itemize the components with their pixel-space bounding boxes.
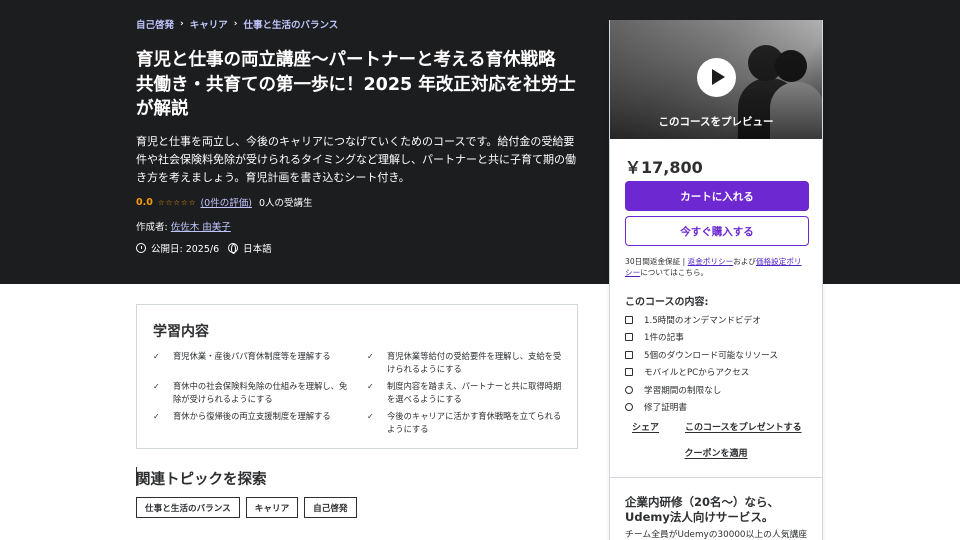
add-to-cart-button[interactable]: カートに入れる bbox=[625, 181, 809, 211]
related-topics-title: 関連トピックを探索 bbox=[136, 472, 267, 488]
learn-item: ✓ 今後のキャリアに活かす育休戦略を立てられるようにする bbox=[367, 410, 562, 436]
check-icon: ✓ bbox=[367, 412, 374, 421]
include-item: モバイルとPCからアクセス bbox=[625, 364, 815, 382]
rating-value: 0.0 bbox=[136, 196, 153, 208]
video-icon bbox=[625, 315, 633, 324]
learn-item-text: 制度内容を踏まえ、パートナーと共に取得時期を選べるようにする bbox=[387, 381, 562, 404]
trophy-icon bbox=[625, 403, 633, 412]
meta-row: 公開日: 2025/6 日本語 bbox=[136, 241, 272, 255]
chevron-right-icon: › bbox=[180, 19, 184, 29]
share-row: シェア このコースをプレゼントする bbox=[632, 420, 802, 433]
check-icon: ✓ bbox=[367, 382, 374, 391]
what-you-will-learn: 学習内容 ✓ 育児休業・産後パパ育休制度等を理解する ✓ 育児休業等給付の受給要… bbox=[136, 304, 578, 449]
check-icon: ✓ bbox=[153, 382, 160, 391]
learn-title: 学習内容 bbox=[153, 324, 209, 340]
divider bbox=[610, 477, 822, 478]
refund-policy-link[interactable]: 返金ポリシー bbox=[688, 257, 734, 266]
star-rating-icon: ☆☆☆☆☆ bbox=[157, 197, 197, 207]
include-item: 学習期間の制限なし bbox=[625, 381, 815, 399]
includes-list: 1.5時間のオンデマンドビデオ 1件の記事 5個のダウンロード可能なリソース モ… bbox=[625, 311, 815, 416]
mobile-icon bbox=[625, 368, 633, 377]
course-title: 育児と仕事の両立講座〜パートナーと考える育休戦略 共働き・共育ての第一歩に！20… bbox=[136, 50, 576, 119]
learn-item-text: 育児休業・産後パパ育休制度等を理解する bbox=[173, 351, 331, 361]
published-date: 公開日: 2025/6 bbox=[151, 244, 220, 255]
learn-item-text: 育休中の社会保険料免除の仕組みを理解し、免除が受けられるようにする bbox=[173, 381, 348, 404]
course-language: 日本語 bbox=[243, 244, 272, 255]
purchase-sidebar: このコースをプレビュー ￥17,800 カートに入れる 今すぐ購入する 30日間… bbox=[609, 20, 823, 540]
money-back-guarantee: 30日間返金保証 | 返金ポリシーおよび価格設定ポリシーについてはこちら。 bbox=[625, 257, 802, 277]
check-icon: ✓ bbox=[153, 412, 160, 421]
topic-chip-personal-development[interactable]: 自己啓発 bbox=[304, 497, 357, 518]
breadcrumb-item-personal-development[interactable]: 自己啓発 bbox=[136, 17, 174, 31]
learn-item-text: 今後のキャリアに活かす育休戦略を立てられるようにする bbox=[387, 411, 562, 434]
share-button[interactable]: シェア bbox=[632, 420, 659, 433]
infinity-icon bbox=[625, 385, 633, 394]
breadcrumb: 自己啓発 › キャリア › 仕事と生活のバランス bbox=[136, 17, 338, 31]
related-topics: 仕事と生活のバランス キャリア 自己啓発 bbox=[136, 497, 363, 518]
author-row: 作成者: 佐佐木 由美子 bbox=[136, 219, 231, 233]
globe-icon bbox=[228, 243, 239, 254]
buy-now-button[interactable]: 今すぐ購入する bbox=[625, 216, 809, 246]
include-item: 5個のダウンロード可能なリソース bbox=[625, 346, 815, 364]
business-title: 企業内研修（20名〜）なら、Udemy法人向けサービス。 bbox=[625, 495, 780, 524]
include-item: 修了証明書 bbox=[625, 399, 815, 417]
apply-coupon-button[interactable]: クーポンを適用 bbox=[610, 446, 822, 459]
include-item: 1.5時間のオンデマンドビデオ bbox=[625, 311, 815, 329]
rating-count-link[interactable]: (0件の評価) bbox=[200, 195, 251, 209]
learn-item: ✓ 制度内容を踏まえ、パートナーと共に取得時期を選べるようにする bbox=[367, 380, 562, 406]
topic-chip-career[interactable]: キャリア bbox=[245, 497, 299, 518]
learn-item-text: 育児休業等給付の受給要件を理解し、支給を受けられるようにする bbox=[387, 351, 562, 374]
course-description: 育児と仕事を両立し、今後のキャリアにつなげていくためのコースです。給付金の受給要… bbox=[136, 135, 576, 184]
learn-item: ✓ 育休から復帰後の両立支援制度を理解する bbox=[153, 410, 348, 423]
check-icon: ✓ bbox=[367, 352, 374, 361]
article-icon bbox=[625, 333, 633, 342]
check-icon: ✓ bbox=[153, 352, 160, 361]
course-preview[interactable]: このコースをプレビュー bbox=[610, 20, 822, 139]
author-link[interactable]: 佐佐木 由美子 bbox=[171, 222, 231, 233]
business-description: チーム全員がUdemyの30000以上の人気講座 bbox=[625, 530, 808, 540]
breadcrumb-item-career[interactable]: キャリア bbox=[190, 17, 228, 31]
download-icon bbox=[625, 350, 633, 359]
rating-row: 0.0 ☆☆☆☆☆ (0件の評価) 0人の受講生 bbox=[136, 195, 313, 210]
course-price: ￥17,800 bbox=[625, 158, 703, 177]
topic-chip-work-life-balance[interactable]: 仕事と生活のバランス bbox=[136, 497, 240, 518]
learn-item: ✓ 育休中の社会保険料免除の仕組みを理解し、免除が受けられるようにする bbox=[153, 380, 348, 406]
preview-label: このコースをプレビュー bbox=[658, 116, 774, 128]
include-item: 1件の記事 bbox=[625, 329, 815, 347]
learn-item-text: 育休から復帰後の両立支援制度を理解する bbox=[173, 411, 331, 421]
learn-item: ✓ 育児休業・産後パパ育休制度等を理解する bbox=[153, 350, 348, 363]
learn-item: ✓ 育児休業等給付の受給要件を理解し、支給を受けられるようにする bbox=[367, 350, 562, 376]
gift-course-button[interactable]: このコースをプレゼントする bbox=[685, 420, 802, 433]
student-count: 0人の受講生 bbox=[258, 198, 313, 209]
clock-icon bbox=[136, 243, 146, 253]
chevron-right-icon: › bbox=[233, 19, 238, 29]
play-icon[interactable] bbox=[697, 58, 736, 97]
includes-title: このコースの内容: bbox=[625, 297, 709, 308]
author-label: 作成者: bbox=[136, 222, 171, 233]
breadcrumb-item-work-life-balance[interactable]: 仕事と生活のバランス bbox=[243, 17, 338, 31]
